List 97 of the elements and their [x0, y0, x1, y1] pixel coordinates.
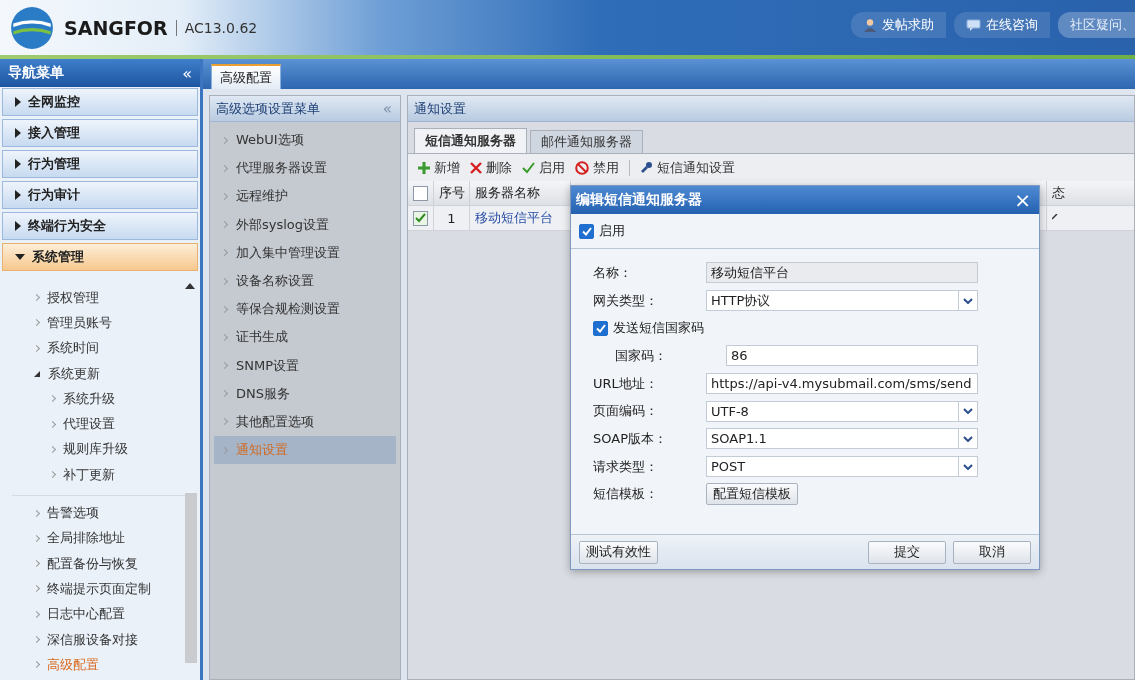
submenu-title: 高级选项设置菜单 [216, 99, 320, 118]
cross-icon [470, 161, 482, 174]
triangle-icon [15, 190, 21, 200]
nav-group[interactable]: 全网监控 [2, 88, 198, 116]
column-header[interactable]: 服务器名称 [475, 184, 540, 202]
checkbox-label: 发送短信国家码 [613, 319, 704, 338]
input-field[interactable]: 86 [726, 345, 978, 367]
person-icon [863, 18, 877, 32]
server-name-link[interactable]: 移动短信平台 [475, 209, 553, 227]
checkbox[interactable] [579, 223, 594, 239]
nav-title: 导航菜单 [8, 64, 64, 82]
tree-item[interactable]: 授权管理 [0, 285, 200, 311]
globe-logo-icon [10, 5, 54, 50]
toolbar-button[interactable]: 短信通知设置 [638, 156, 737, 179]
panel-tab[interactable]: 邮件通知服务器 [530, 130, 643, 153]
field-label: SOAP版本： [593, 429, 668, 448]
triangle-icon [15, 128, 21, 138]
tree-item[interactable]: 规则库升级 [0, 436, 200, 463]
collapse-button[interactable]: « [182, 63, 192, 83]
triangle-icon [15, 97, 21, 107]
dialog-button[interactable]: 取消 [953, 540, 1031, 564]
field-label: 短信模板： [593, 485, 659, 504]
template-button[interactable]: 配置短信模板 [706, 483, 798, 506]
nav-group[interactable]: 终端行为安全 [2, 212, 198, 240]
submenu-item[interactable]: 等保合规检测设置 [214, 295, 400, 324]
chevron-down-icon [963, 297, 973, 304]
submenu-item[interactable]: SNMP设置 [214, 351, 400, 380]
scroll-up-icon[interactable] [185, 283, 195, 289]
tree-item[interactable]: 配置备份与恢复 [12, 550, 188, 577]
close-button[interactable]: × [1014, 190, 1031, 210]
select-field[interactable]: SOAP1.1 [706, 428, 978, 450]
tree-item[interactable]: 系统更新 [0, 360, 200, 387]
chevron-down-icon [963, 435, 973, 442]
prohibited-icon [575, 160, 589, 175]
table-cell: 1 [447, 210, 456, 226]
triangle-icon [15, 254, 25, 260]
column-header[interactable]: 态 [1052, 184, 1065, 202]
toolbar-button[interactable]: 禁用 [573, 156, 621, 179]
toolbar-button[interactable]: 新增 [416, 156, 462, 179]
chevron-down-icon [963, 463, 973, 470]
checkbox-label: 启用 [599, 222, 625, 240]
submenu-item[interactable]: WebUI选项 [214, 126, 400, 155]
submenu-item[interactable]: 证书生成 [214, 323, 400, 352]
submenu-item[interactable]: 远程维护 [214, 182, 400, 211]
submenu-item[interactable]: 加入集中管理设置 [214, 238, 400, 267]
dialog-button[interactable]: 提交 [868, 540, 946, 564]
triangle-icon [15, 159, 21, 169]
check-icon [522, 161, 535, 174]
page-tab[interactable]: 高级配置 [211, 64, 281, 89]
triangle-icon [15, 221, 21, 231]
plus-icon [418, 161, 430, 174]
tree-item[interactable]: 系统升级 [0, 386, 200, 412]
tree-item[interactable]: 告警选项 [12, 500, 188, 526]
submenu-item[interactable]: 其他配置选项 [214, 407, 400, 437]
nav-group[interactable]: 行为管理 [2, 150, 198, 178]
checkbox[interactable] [593, 320, 608, 336]
test-button[interactable]: 测试有效性 [579, 540, 658, 564]
chat-icon [966, 18, 981, 32]
submenu-item[interactable]: 设备名称设置 [214, 266, 400, 296]
select-field[interactable]: UTF-8 [706, 400, 978, 422]
header-link[interactable]: 发帖求助 [851, 12, 946, 38]
field-label: 网关类型： [593, 291, 659, 310]
chevron-down-icon [963, 408, 973, 415]
select-field[interactable]: POST [706, 456, 978, 478]
toolbar-button[interactable]: 删除 [468, 156, 514, 179]
version-label: AC13.0.62 [184, 19, 258, 36]
panel-title: 通知设置 [414, 99, 466, 118]
submenu-item[interactable]: 外部syslog设置 [214, 210, 400, 239]
submenu-item[interactable]: DNS服务 [214, 379, 400, 408]
tree-item[interactable]: 深信服设备对接 [12, 626, 188, 653]
tree-item[interactable]: 全局排除地址 [12, 525, 188, 551]
field-label: 页面编码： [593, 402, 659, 421]
header-link[interactable]: 在线咨询 [954, 12, 1050, 38]
field-label: 名称： [593, 263, 633, 282]
checkbox[interactable] [413, 210, 428, 226]
panel-tab[interactable]: 短信通知服务器 [414, 128, 527, 153]
input-field[interactable]: https://api-v4.mysubmail.com/sms/send [706, 373, 978, 395]
toolbar-button[interactable]: 启用 [520, 156, 567, 179]
tree-item[interactable]: 系统时间 [0, 335, 200, 361]
tree-item[interactable]: 日志中心配置 [12, 601, 188, 627]
nav-group[interactable]: 系统管理 [2, 243, 198, 271]
checkbox[interactable] [413, 185, 428, 201]
tree-item[interactable]: 管理员账号 [0, 310, 200, 336]
tree-item[interactable]: 代理设置 [0, 411, 200, 437]
tree-item[interactable]: 终端提示页面定制 [12, 576, 188, 602]
field-label: URL地址： [593, 374, 659, 393]
field-label: 国家码： [614, 346, 668, 365]
tree-item[interactable]: 补丁更新 [0, 462, 200, 488]
dialog-title: 编辑短信通知服务器 [576, 191, 702, 209]
column-header[interactable]: 序号 [438, 184, 465, 202]
brand-name: SANGFOR [64, 16, 168, 39]
nav-group[interactable]: 行为审计 [2, 181, 198, 209]
scrollbar[interactable] [185, 493, 197, 663]
select-field[interactable]: HTTP协议 [706, 290, 978, 312]
nav-group[interactable]: 接入管理 [2, 119, 198, 147]
submenu-item[interactable]: 代理服务器设置 [214, 154, 400, 183]
field-label: 请求类型： [593, 457, 659, 476]
